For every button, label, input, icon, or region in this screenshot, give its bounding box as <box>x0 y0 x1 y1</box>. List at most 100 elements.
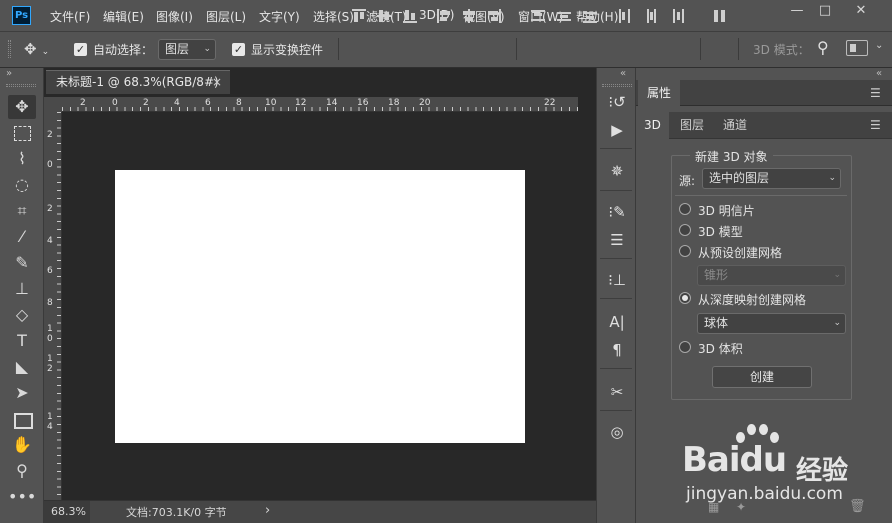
align-bottom-icon[interactable] <box>403 9 417 23</box>
tab-layers[interactable]: 图层 <box>672 112 712 139</box>
align-left-icon[interactable] <box>437 9 451 23</box>
tabs-menu-icon[interactable]: ☰ <box>870 118 881 132</box>
auto-select-checkbox[interactable]: ✓ <box>74 43 87 56</box>
canvas[interactable] <box>115 170 525 443</box>
close-button[interactable]: ✕ <box>850 3 872 19</box>
menu-file[interactable]: 文件(F) <box>50 8 90 25</box>
eraser-tool-icon[interactable]: ◇ <box>8 303 36 327</box>
close-tab-icon[interactable]: × <box>212 71 222 93</box>
more-tools-icon[interactable]: ••• <box>8 485 36 509</box>
move-tool-icon[interactable]: ✥ <box>8 95 36 119</box>
libraries-icon[interactable]: ◎ <box>604 420 630 444</box>
eyedropper-tool-icon[interactable]: ⁄ <box>8 225 36 249</box>
watermark-brand-cn: 经验 <box>796 456 849 486</box>
ruler-tick: 6 <box>47 266 53 276</box>
depth-map-radio[interactable] <box>679 292 691 304</box>
distribute-left-icon[interactable] <box>618 9 632 23</box>
brush-presets-icon[interactable]: ⁝✎ <box>604 200 630 224</box>
auto-align-layers-icon[interactable] <box>713 9 727 23</box>
tab-3d[interactable]: 3D <box>636 112 669 139</box>
distribute-vcenter-icon[interactable] <box>557 9 571 23</box>
align-top-icon[interactable] <box>352 9 366 23</box>
collapse-dock-icon[interactable]: « <box>620 68 626 79</box>
status-menu-icon[interactable]: › <box>265 503 270 518</box>
divider <box>516 38 517 60</box>
move-tool-preset-icon[interactable]: ✥ ⌄ <box>24 39 58 59</box>
panel-menu-icon[interactable]: ☰ <box>870 86 881 100</box>
depth-map-label: 从深度映射创建网格 <box>698 293 807 307</box>
divider <box>600 298 632 299</box>
menu-select[interactable]: 选择(S) <box>313 8 354 25</box>
distribute-hcenter-icon[interactable] <box>644 9 658 23</box>
model-label: 3D 模型 <box>698 225 743 239</box>
source-dropdown[interactable]: 选中的图层 ⌄ <box>702 168 841 189</box>
stamp-tool-icon[interactable]: ⊥ <box>8 277 36 301</box>
zoom-tool-icon[interactable]: ⚲ <box>8 459 36 483</box>
clone-source-icon[interactable]: ⁝⊥ <box>604 268 630 292</box>
ruler-tick: 1 4 <box>47 412 53 432</box>
model-radio[interactable] <box>679 224 691 236</box>
minimize-button[interactable]: — <box>786 3 808 19</box>
hand-tool-icon[interactable]: ✋ <box>8 433 36 457</box>
maximize-button[interactable]: □ <box>814 3 836 19</box>
distribute-bottom-icon[interactable] <box>583 9 597 23</box>
workspace-icon[interactable] <box>846 40 868 56</box>
preset-mesh-radio[interactable] <box>679 245 691 257</box>
search-icon[interactable]: ⚲ <box>817 38 829 57</box>
menu-layer[interactable]: 图层(L) <box>206 8 246 25</box>
collapse-panel-icon[interactable]: « <box>876 68 882 79</box>
grip-icon <box>6 84 36 87</box>
marquee-tool-icon[interactable] <box>8 121 36 145</box>
distribute-right-icon[interactable] <box>670 9 684 23</box>
expand-panel-icon[interactable]: » <box>6 68 12 79</box>
rectangle-tool-icon[interactable] <box>8 407 36 431</box>
direct-select-tool-icon[interactable]: ➤ <box>8 381 36 405</box>
divider <box>600 258 632 259</box>
character-icon[interactable]: A| <box>604 310 630 334</box>
postcard-radio[interactable] <box>679 203 691 215</box>
status-bar: 68.3% 文档:703.1K/0 字节 › <box>44 500 596 523</box>
ruler-horizontal[interactable]: 2 0 2 4 6 8 10 12 14 16 18 20 22 <box>62 97 578 112</box>
document-info: 文档:703.1K/0 字节 <box>126 506 227 519</box>
tool-presets-icon[interactable]: ✂ <box>604 380 630 404</box>
divider <box>600 368 632 369</box>
postcard-label: 3D 明信片 <box>698 204 755 218</box>
tab-channels[interactable]: 通道 <box>715 112 755 139</box>
distribute-top-icon[interactable] <box>531 9 545 23</box>
depth-shape-dropdown[interactable]: 球体 ⌄ <box>697 313 846 334</box>
grip-icon <box>602 84 632 87</box>
create-button[interactable]: 创建 <box>712 366 812 388</box>
brush-settings-icon[interactable]: ☰ <box>604 228 630 252</box>
actions-play-icon[interactable]: ▶ <box>604 118 630 142</box>
quick-select-tool-icon[interactable]: ◌ <box>8 173 36 197</box>
show-transform-checkbox[interactable]: ✓ <box>232 43 245 56</box>
volume-radio[interactable] <box>679 341 691 353</box>
3d-panel-icon[interactable]: ✵ <box>604 159 630 183</box>
source-value: 选中的图层 <box>709 171 770 185</box>
menu-image[interactable]: 图像(I) <box>156 8 193 25</box>
history-icon[interactable]: ⁝↺ <box>604 90 630 114</box>
path-select-tool-icon[interactable]: ◣ <box>8 355 36 379</box>
type-tool-icon[interactable]: T <box>8 329 36 353</box>
brush-tool-icon[interactable]: ✎ <box>8 251 36 275</box>
ruler-corner[interactable] <box>44 97 62 112</box>
properties-title[interactable]: 属性 <box>638 80 680 106</box>
menu-type[interactable]: 文字(Y) <box>259 8 300 25</box>
document-tab-title: 未标题-1 @ 68.3%(RGB/8#) <box>56 75 219 89</box>
align-hcenter-icon[interactable] <box>462 9 476 23</box>
align-right-icon[interactable] <box>487 9 501 23</box>
divider <box>600 190 632 191</box>
divider <box>738 38 739 60</box>
ruler-vertical[interactable]: 2 0 2 4 6 8 1 0 1 2 1 4 <box>44 112 62 500</box>
crop-tool-icon[interactable]: ⌗ <box>8 199 36 223</box>
chevron-down-icon[interactable]: ⌄ <box>875 40 883 51</box>
align-vcenter-icon[interactable] <box>377 9 391 23</box>
zoom-level[interactable]: 68.3% <box>44 501 90 523</box>
document-tab[interactable]: 未标题-1 @ 68.3%(RGB/8#) × <box>46 70 230 94</box>
lasso-tool-icon[interactable]: ⌇ <box>8 147 36 171</box>
ruler-tick: 1 2 <box>47 354 53 374</box>
menu-edit[interactable]: 编辑(E) <box>103 8 144 25</box>
grip-icon <box>8 40 11 58</box>
auto-select-dropdown[interactable]: 图层 ⌄ <box>158 39 216 60</box>
paragraph-icon[interactable]: ¶ <box>604 338 630 362</box>
